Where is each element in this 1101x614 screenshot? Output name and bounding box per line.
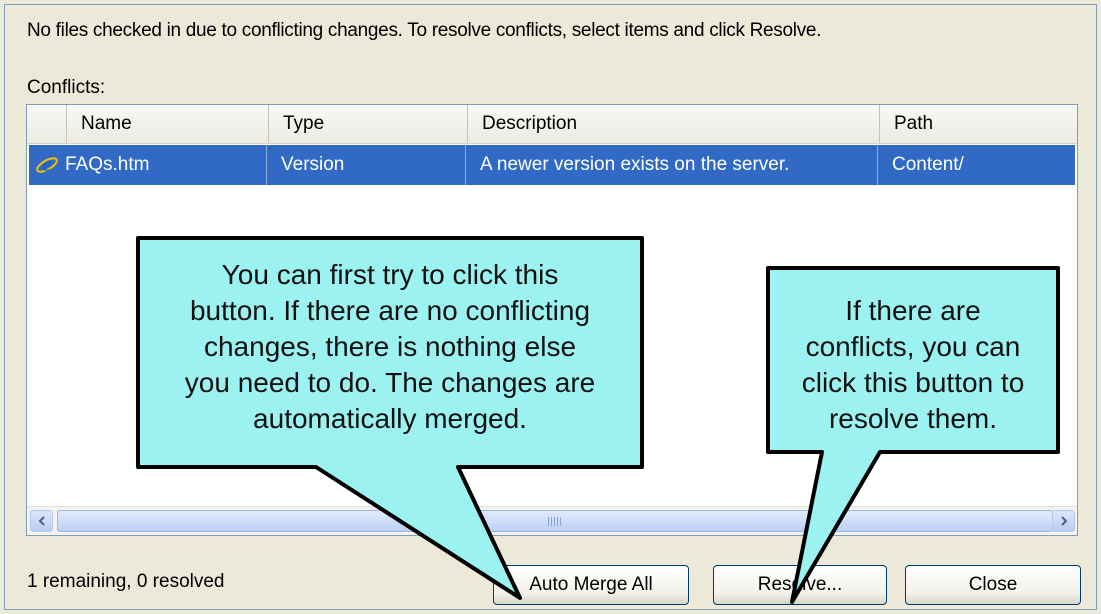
callout-left-line: You can first try to click this [221,259,559,290]
callout-right-line: click this button to [801,367,1025,398]
callout-right-line: resolve them. [828,403,998,434]
callout-left-line: automatically merged. [253,403,527,434]
callout-left-line: changes, there is nothing else [203,331,577,362]
callout-left-text: You can first try to click this button. … [140,257,640,437]
callout-right-line: If there are [845,295,981,326]
callout-right-line: conflicts, you can [805,331,1021,362]
callout-left-line: button. If there are no conflicting [189,295,591,326]
callout-left-line: you need to do. The changes are [184,367,596,398]
callout-right-text: If there are conflicts, you can click th… [770,293,1056,437]
